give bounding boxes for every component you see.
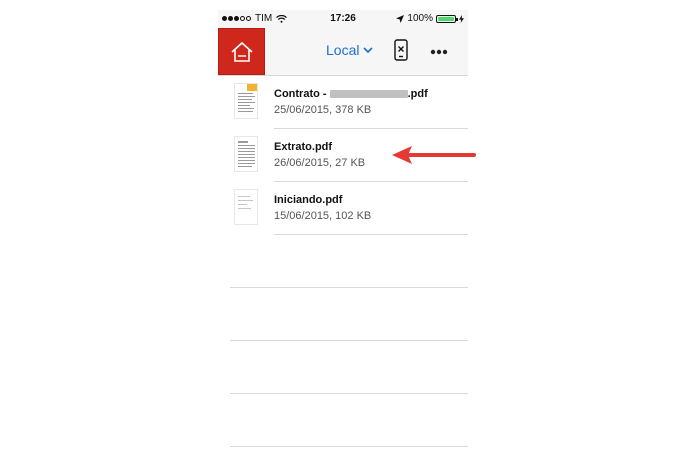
file-meta: 25/06/2015, 378 KB <box>274 104 372 116</box>
battery-percent: 100% <box>407 13 433 24</box>
more-button[interactable] <box>430 42 448 60</box>
navigation-bar: Local <box>218 28 468 76</box>
location-label: Local <box>326 42 360 58</box>
file-name: Extrato.pdf <box>274 141 333 153</box>
device-disconnected-icon[interactable] <box>394 39 408 61</box>
empty-row <box>218 235 468 288</box>
file-name: Iniciando.pdf <box>274 194 343 206</box>
battery-icon <box>436 14 458 23</box>
status-bar: TIM 17:26 100% <box>218 10 468 28</box>
empty-row <box>218 288 468 341</box>
home-button[interactable] <box>218 28 265 75</box>
document-thumbnail <box>234 83 258 119</box>
redacted-text <box>329 90 408 99</box>
location-arrow-icon <box>396 14 405 23</box>
file-meta: 26/06/2015, 27 KB <box>274 157 366 169</box>
more-icon <box>430 49 448 55</box>
red-arrow-annotation <box>392 146 476 164</box>
phone-screen: TIM 17:26 100% Local Contrato - .pdf 25/… <box>218 10 468 468</box>
empty-row <box>218 394 468 447</box>
divider <box>230 446 468 447</box>
document-thumbnail <box>234 189 258 225</box>
file-list: Contrato - .pdf 25/06/2015, 378 KB Extra… <box>218 76 468 447</box>
document-thumbnail <box>234 136 258 172</box>
file-name: Contrato - .pdf <box>274 88 428 100</box>
location-selector[interactable]: Local <box>326 42 374 58</box>
file-row-contrato[interactable]: Contrato - .pdf 25/06/2015, 378 KB <box>218 76 468 129</box>
empty-row <box>218 341 468 394</box>
home-icon <box>230 41 253 62</box>
file-meta: 15/06/2015, 102 KB <box>274 210 372 222</box>
file-row-iniciando[interactable]: Iniciando.pdf 15/06/2015, 102 KB <box>218 182 468 235</box>
charging-icon <box>459 14 464 23</box>
chevron-down-icon <box>363 46 374 53</box>
